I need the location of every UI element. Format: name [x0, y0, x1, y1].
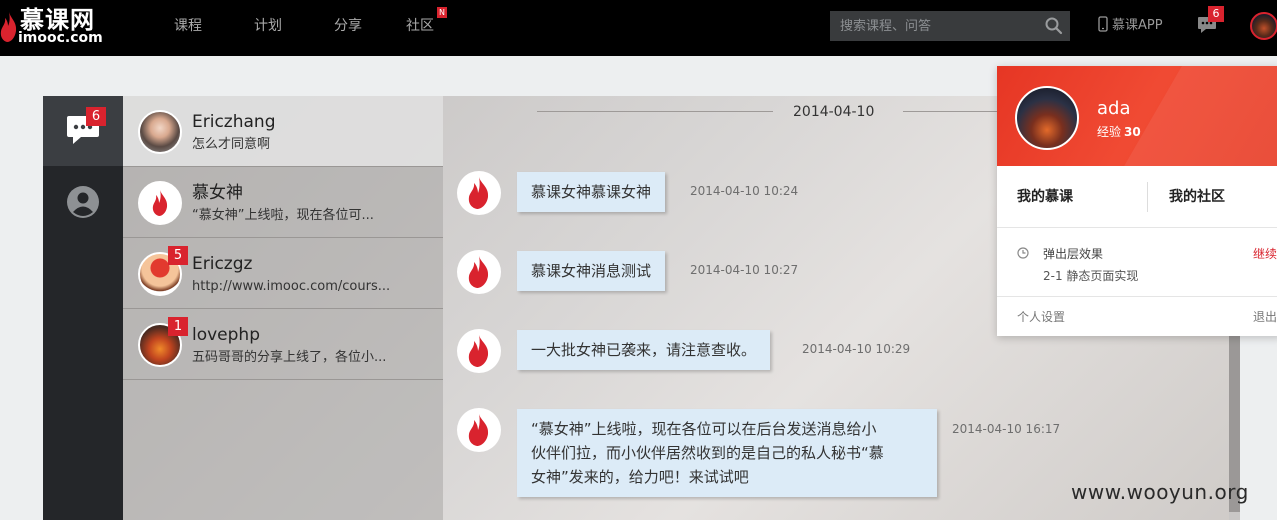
nav-community[interactable]: 社区 [406, 17, 434, 35]
divider [1147, 182, 1148, 212]
left-icon-rail: 6 [43, 96, 123, 520]
contact-avatar [138, 110, 182, 154]
flame-logo-icon [468, 335, 489, 367]
conversation-item[interactable]: 慕女神 “慕女神”上线啦，现在各位可... [123, 167, 443, 238]
experience-value: 30 [1124, 125, 1141, 139]
conversation-name: 慕女神 [192, 183, 243, 203]
nav-courses[interactable]: 课程 [174, 17, 202, 35]
clock-icon [1017, 247, 1029, 259]
contacts-user-icon[interactable] [66, 185, 100, 219]
flame-logo-icon [0, 12, 17, 42]
mobile-app-label: 慕课APP [1112, 18, 1163, 33]
user-menu-avatar[interactable] [1015, 86, 1079, 150]
conversation-preview: 五码哥哥的分享上线了，各位小... [192, 350, 387, 365]
recent-course-chapter: 2-1 静态页面实现 [1043, 269, 1139, 283]
experience-label: 经验 [1097, 125, 1122, 139]
phone-icon [1098, 16, 1108, 32]
nav-plan[interactable]: 计划 [254, 17, 282, 35]
sender-avatar [457, 329, 501, 373]
message-bubble: “慕女神”上线啦，现在各位可以在后台发送消息给小 伙伴们拉，而小伙伴居然收到的是… [517, 409, 937, 497]
chat-unread-badge: 6 [86, 107, 106, 126]
divider [997, 296, 1277, 297]
personal-settings-link[interactable]: 个人设置 [1017, 309, 1065, 325]
unread-count-badge: 1 [168, 317, 188, 336]
chat-date: 2014-04-10 [793, 104, 875, 120]
search-icon[interactable] [1045, 17, 1063, 35]
date-divider-left [537, 111, 773, 112]
mobile-app-link[interactable]: 慕课APP [1098, 16, 1163, 36]
header-decoration [1120, 66, 1277, 166]
logo-text-en: imooc.com [18, 30, 103, 46]
chat-tab[interactable]: 6 [43, 96, 123, 166]
conversation-preview: 怎么才同意啊 [192, 137, 271, 152]
divider [997, 227, 1277, 228]
conversation-name: Ericzhang [192, 112, 276, 132]
conversation-item[interactable]: Ericzhang 怎么才同意啊 [123, 96, 443, 167]
conversation-preview: “慕女神”上线啦，现在各位可... [192, 208, 374, 223]
site-logo[interactable]: 慕课网 imooc.com [0, 4, 112, 52]
top-nav-bar: 慕课网 imooc.com 课程 计划 分享 社区 N 慕课APP 6 [0, 0, 1277, 56]
message-time: 2014-04-10 16:17 [952, 422, 1061, 436]
message-bubble: 慕课女神消息测试 [517, 251, 666, 291]
message-bubble: 一大批女神已袭来，请注意查收。 [517, 330, 771, 370]
sender-avatar [457, 408, 501, 452]
conversation-name: lovephp [192, 325, 260, 345]
nav-share[interactable]: 分享 [334, 17, 362, 35]
user-avatar[interactable] [1250, 12, 1277, 40]
date-divider-right [903, 111, 997, 112]
message-time: 2014-04-10 10:29 [802, 342, 911, 356]
message-line: “慕女神”上线啦，现在各位可以在后台发送消息给小 [531, 420, 877, 438]
flame-logo-icon [468, 256, 489, 288]
conversation-list: Ericzhang 怎么才同意啊 慕女神 “慕女神”上线啦，现在各位可... 5… [123, 96, 443, 520]
message-line: 女神”发来的，给力吧！来试试吧 [531, 468, 749, 486]
my-community-link[interactable]: 我的社区 [1169, 188, 1225, 206]
message-time: 2014-04-10 10:27 [690, 263, 799, 277]
conversation-item[interactable]: 5 Ericzgz http://www.imooc.com/cours... [123, 238, 443, 309]
watermark-text: www.wooyun.org [1071, 480, 1249, 504]
continue-learning-link[interactable]: 继续 [1253, 246, 1277, 262]
sender-avatar [457, 250, 501, 294]
unread-count-badge: 5 [168, 246, 188, 265]
flame-logo-icon [468, 177, 489, 209]
sender-avatar [457, 171, 501, 215]
user-menu-dropdown: ada 经验 30 我的慕课 我的社区 弹出层效果 2-1 静态页面实现 继续 … [997, 66, 1277, 336]
my-courses-link[interactable]: 我的慕课 [1017, 188, 1073, 206]
recent-course-title[interactable]: 弹出层效果 [1043, 246, 1103, 262]
contact-avatar [138, 181, 182, 225]
message-bubble: 慕课女神慕课女神 [517, 172, 666, 212]
flame-logo-icon [152, 190, 168, 216]
message-count-badge: 6 [1208, 6, 1224, 22]
conversation-preview: http://www.imooc.com/cours... [192, 279, 391, 294]
conversation-item[interactable]: 1 lovephp 五码哥哥的分享上线了，各位小... [123, 309, 443, 380]
search-input[interactable] [830, 11, 1070, 41]
conversation-name: Ericzgz [192, 254, 253, 274]
message-line: 伙伴们拉，而小伙伴居然收到的是自己的私人秘书“慕 [531, 444, 884, 462]
flame-logo-icon [468, 414, 489, 446]
user-name: ada [1097, 98, 1131, 119]
logout-link[interactable]: 退出 [1253, 309, 1277, 325]
message-time: 2014-04-10 10:24 [690, 184, 799, 198]
community-new-badge: N [437, 7, 447, 18]
user-menu-header: ada 经验 30 [997, 66, 1277, 166]
